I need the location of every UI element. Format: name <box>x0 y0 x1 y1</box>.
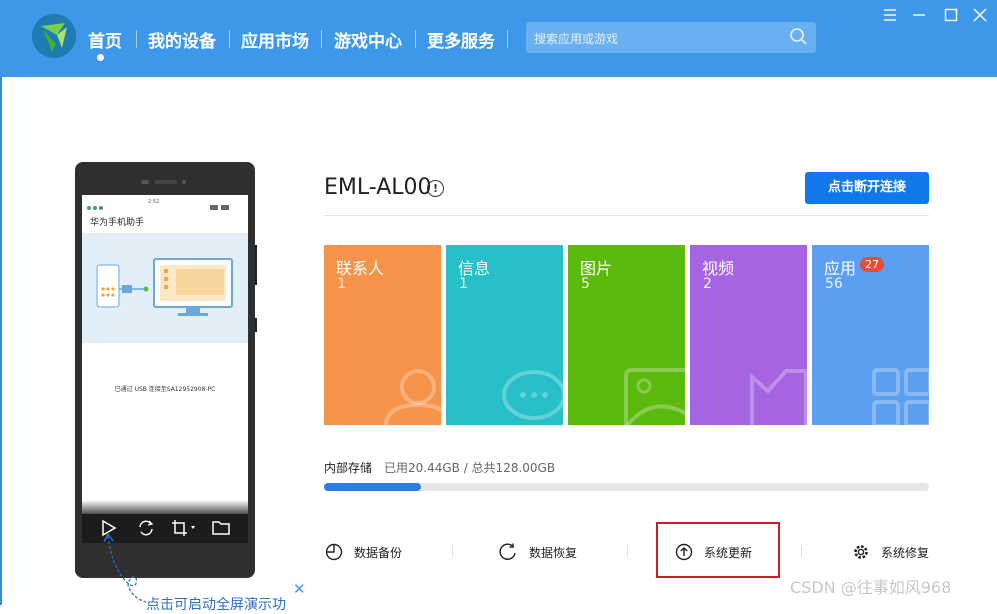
backup-icon[interactable] <box>324 542 344 566</box>
header-divider <box>324 215 929 216</box>
tile-videos[interactable]: 视频 2 <box>690 245 807 425</box>
tile-pictures[interactable]: 图片 5 <box>568 245 685 425</box>
update-highlight-box <box>656 522 780 578</box>
repair-button[interactable]: 系统修复 <box>881 544 929 561</box>
nav-home[interactable]: 首页 <box>88 27 122 52</box>
tile-count: 1 <box>459 276 468 292</box>
action-separator <box>452 545 453 557</box>
action-separator <box>801 545 802 557</box>
tile-messages[interactable]: 信息 1 <box>446 245 563 425</box>
minimize-icon[interactable] <box>911 6 927 28</box>
storage-title: 内部存储 <box>324 461 373 475</box>
hint-arrow-icon <box>100 530 150 609</box>
apps-update-badge: 27 <box>860 257 884 272</box>
tile-count: 2 <box>703 276 712 292</box>
phone-app-title: 华为手机助手 <box>90 218 145 228</box>
nav-app-market[interactable]: 应用市场 <box>241 27 309 52</box>
phone-camera <box>141 180 149 184</box>
phone-speaker <box>155 180 177 184</box>
tile-count: 56 <box>825 276 843 292</box>
backup-button[interactable]: 数据备份 <box>354 544 402 561</box>
tile-count: 5 <box>581 276 590 292</box>
hint-close-icon[interactable]: ✕ <box>293 580 306 598</box>
action-separator <box>627 545 628 557</box>
maximize-icon[interactable] <box>943 6 959 28</box>
nav-separator <box>229 30 230 48</box>
nav-game-center[interactable]: 游戏中心 <box>334 27 402 52</box>
menu-icon[interactable] <box>882 6 898 28</box>
folder-icon[interactable] <box>211 518 231 542</box>
phone-sensor <box>182 180 186 184</box>
tile-count: 1 <box>337 276 346 292</box>
close-icon[interactable] <box>972 6 988 28</box>
nav-active-indicator <box>97 54 104 61</box>
nav-separator <box>136 30 137 48</box>
tile-apps[interactable]: 应用 27 56 <box>812 245 929 425</box>
watermark: CSDN @往事如风968 <box>790 578 952 597</box>
hint-text: 点击可启动全屏演示功 <box>146 597 286 613</box>
storage-progress-fill <box>324 483 421 491</box>
nav-more-services[interactable]: 更多服务 <box>427 27 495 52</box>
nav-separator <box>507 30 508 48</box>
tile-contacts[interactable]: 联系人 1 <box>324 245 441 425</box>
restore-icon[interactable] <box>498 542 518 566</box>
phone-connection-message: 已通过 USB 连接至SA12952908-PC <box>114 386 216 393</box>
phone-status-time: 2:52 <box>148 199 160 205</box>
search-placeholder: 搜索应用或游戏 <box>534 32 619 46</box>
nav-separator <box>415 30 416 48</box>
phone-side-button <box>255 245 257 285</box>
phone-connection-illustration <box>82 233 248 343</box>
storage-usage-text: 已用20.44GB / 总共128.00GB <box>384 461 556 475</box>
phone-side-button <box>255 318 257 332</box>
window-left-border <box>0 77 2 605</box>
repair-icon[interactable] <box>851 542 871 566</box>
info-icon[interactable]: ! <box>427 180 444 197</box>
restore-button[interactable]: 数据恢复 <box>529 544 577 561</box>
device-name: EML-AL00 <box>324 175 432 200</box>
nav-my-devices[interactable]: 我的设备 <box>148 27 216 52</box>
nav-separator <box>321 30 322 48</box>
search-icon[interactable] <box>789 27 809 51</box>
disconnect-button[interactable]: 点击断开连接 <box>805 172 929 204</box>
app-logo-icon[interactable] <box>32 14 76 58</box>
crop-icon[interactable] <box>170 518 200 542</box>
phone-status-bar <box>82 197 248 210</box>
